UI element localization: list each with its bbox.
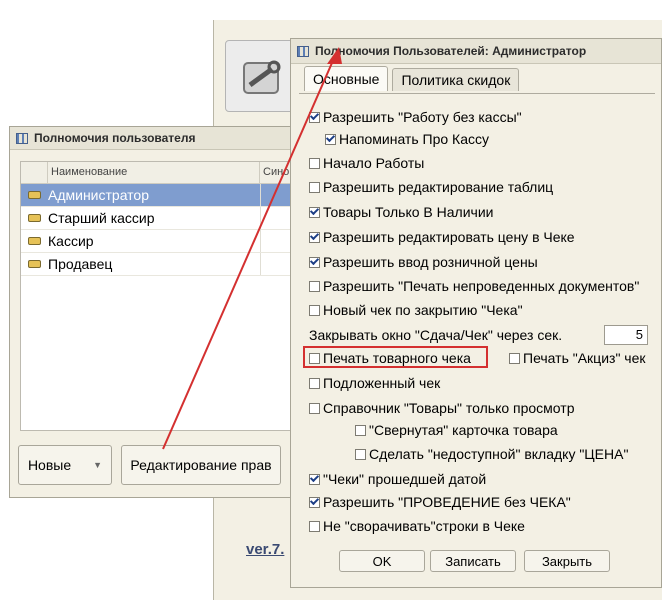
version-link[interactable]: ver.7. — [246, 541, 284, 558]
dialog-title: Полномочия Пользователей: Администратор — [315, 44, 587, 58]
record-icon — [27, 237, 41, 245]
checkbox[interactable] — [309, 377, 320, 389]
option-print-excise-receipt[interactable]: Печать "Акциз" чек — [509, 350, 646, 366]
option-print-unposted-docs[interactable]: Разрешить "Печать непроведенных документ… — [309, 278, 639, 294]
table-row[interactable]: Старший кассир — [21, 207, 303, 230]
table-row[interactable]: Продавец — [21, 253, 303, 276]
option-allow-table-editing[interactable]: Разрешить редактирование таблиц — [309, 179, 553, 195]
table-row[interactable]: Администратор — [21, 184, 303, 207]
row-name: Старший кассир — [47, 207, 261, 229]
table-icon — [16, 132, 28, 144]
ok-button[interactable]: OK — [339, 550, 425, 572]
user-permissions-list-window: Полномочия пользователя Наименование Син… — [9, 126, 304, 498]
row-name: Кассир — [47, 230, 261, 252]
option-collapsed-product-card[interactable]: "Свернутая" карточка товара — [355, 422, 558, 438]
edit-permissions-label: Редактирование прав — [130, 457, 272, 473]
option-remind-about-register[interactable]: Напоминать Про Кассу — [325, 131, 489, 147]
checkbox[interactable] — [309, 206, 320, 218]
dialog-tabs: Основные Политика скидок — [304, 66, 520, 91]
option-post-without-receipt[interactable]: Разрешить "ПРОВЕДЕНИЕ без ЧЕКА" — [309, 494, 571, 510]
permissions-dialog: Полномочия Пользователей: Администратор … — [290, 38, 662, 588]
checkbox[interactable] — [309, 496, 320, 508]
tab-discount-policy[interactable]: Политика скидок — [392, 68, 520, 91]
checkbox[interactable] — [309, 352, 320, 364]
option-backdated-receipts[interactable]: "Чеки" прошедшей датой — [309, 471, 486, 487]
checkbox[interactable] — [309, 304, 320, 316]
close-button[interactable]: Закрыть — [524, 550, 610, 572]
checkbox[interactable] — [309, 157, 320, 169]
left-window-titlebar: Полномочия пользователя — [10, 127, 297, 150]
checkbox[interactable] — [309, 231, 320, 243]
option-disable-price-tab[interactable]: Сделать "недоступной" вкладку "ЦЕНА" — [355, 446, 628, 462]
option-allow-retail-price-input[interactable]: Разрешить ввод розничной цены — [309, 254, 538, 270]
close-timer-input[interactable]: 5 — [604, 325, 648, 345]
table-header: Наименование Синони — [21, 162, 303, 184]
checkbox[interactable] — [309, 280, 320, 292]
checkbox[interactable] — [309, 520, 320, 532]
table-row[interactable]: Кассир — [21, 230, 303, 253]
option-allow-edit-price[interactable]: Разрешить редактировать цену в Чеке — [309, 229, 575, 245]
app-logo — [225, 40, 297, 112]
new-button-label: Новые — [27, 457, 72, 473]
checkbox[interactable] — [355, 424, 366, 436]
edit-permissions-button[interactable]: Редактирование прав — [121, 445, 281, 485]
option-underlaid-receipt[interactable]: Подложенный чек — [309, 375, 440, 391]
record-icon — [27, 191, 41, 199]
record-icon — [27, 260, 41, 268]
close-timer-label: Закрывать окно "Сдача/Чек" через сек. — [309, 327, 563, 343]
row-name: Администратор — [47, 184, 261, 206]
checkbox[interactable] — [309, 256, 320, 268]
table-icon — [297, 45, 309, 57]
tab-main[interactable]: Основные — [304, 66, 389, 91]
checkbox[interactable] — [325, 133, 336, 145]
checkbox[interactable] — [309, 473, 320, 485]
option-new-receipt-on-close[interactable]: Новый чек по закрытию "Чека" — [309, 302, 523, 318]
save-button[interactable]: Записать — [430, 550, 516, 572]
option-goods-catalog-readonly[interactable]: Справочник "Товары" только просмотр — [309, 400, 574, 416]
option-print-sales-receipt[interactable]: Печать товарного чека — [309, 350, 471, 366]
left-window-title: Полномочия пользователя — [34, 131, 196, 145]
dialog-titlebar: Полномочия Пользователей: Администратор — [291, 39, 661, 64]
row-name: Продавец — [47, 253, 261, 275]
chevron-down-icon[interactable]: ▼ — [93, 460, 102, 470]
roles-table: Наименование Синони Администратор Старши… — [20, 161, 304, 431]
checkbox[interactable] — [309, 402, 320, 414]
option-no-collapse-rows[interactable]: Не "сворачивать"строки в Чеке — [309, 518, 525, 534]
checkbox[interactable] — [309, 181, 320, 193]
option-start-work[interactable]: Начало Работы — [309, 155, 424, 171]
option-in-stock-only[interactable]: Товары Только В Наличии — [309, 204, 493, 220]
checkbox[interactable] — [509, 352, 520, 364]
new-button[interactable]: Новые ▼ — [18, 445, 112, 485]
checkbox[interactable] — [355, 448, 366, 460]
checkbox[interactable] — [309, 111, 320, 123]
record-icon — [27, 214, 41, 222]
column-header-name[interactable]: Наименование — [48, 162, 260, 183]
option-allow-work-without-register[interactable]: Разрешить "Работу без кассы" — [309, 109, 522, 125]
